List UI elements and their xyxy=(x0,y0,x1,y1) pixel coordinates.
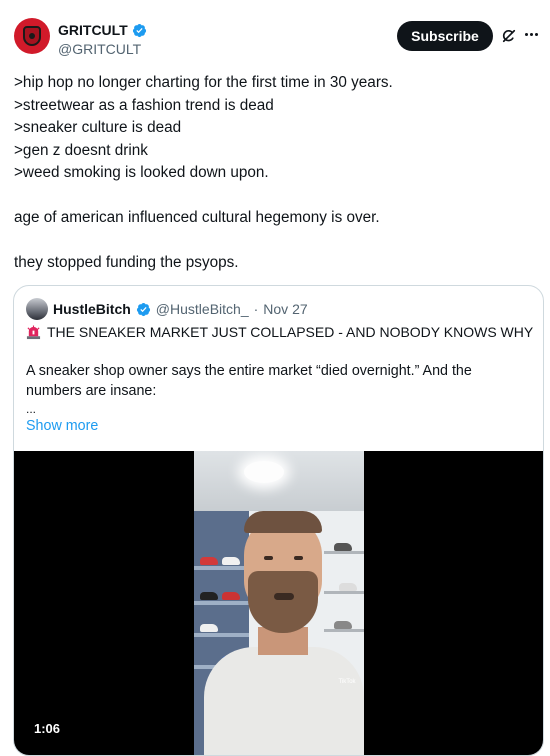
tweet-line: >sneaker culture is dead xyxy=(14,119,182,136)
tweet-line: >gen z doesnt drink xyxy=(14,141,148,159)
quote-body: A sneaker shop owner says the entire mar… xyxy=(26,361,531,417)
tweet-line: >weed smoking is looked down upon. xyxy=(14,164,269,181)
quote-ellipsis: ... xyxy=(26,402,37,416)
quote-header: HustleBitch @HustleBitch_ · Nov 27 xyxy=(26,298,308,320)
verified-badge-icon xyxy=(136,302,150,316)
tiktok-watermark: TikTok xyxy=(338,679,356,685)
tweet-text: >hip hop no longer charting for the firs… xyxy=(14,72,534,275)
quoted-tweet[interactable]: HustleBitch @HustleBitch_ · Nov 27 THE S… xyxy=(13,285,544,756)
siren-icon xyxy=(26,324,41,339)
quote-title: THE SNEAKER MARKET JUST COLLAPSED - AND … xyxy=(47,324,534,340)
video-duration: 1:06 xyxy=(34,721,61,736)
author-handle[interactable]: @GRITCULT xyxy=(58,41,141,57)
author-avatar[interactable] xyxy=(14,18,50,54)
quote-date: Nov 27 xyxy=(263,301,308,317)
verified-badge-icon xyxy=(132,23,146,37)
grok-icon[interactable] xyxy=(500,27,518,45)
more-icon[interactable] xyxy=(525,33,538,36)
subscribe-button[interactable]: Subscribe xyxy=(397,21,493,51)
avatar-logo xyxy=(23,26,41,46)
quote-body-line: numbers are insane: xyxy=(26,383,157,399)
video-frame: TikTok xyxy=(194,451,364,755)
quote-handle: @HustleBitch_ xyxy=(155,301,249,317)
quote-display-name: HustleBitch xyxy=(53,301,131,317)
tweet-line: >streetwear as a fashion trend is dead xyxy=(14,96,274,114)
tweet-line: >hip hop no longer charting for the firs… xyxy=(14,74,393,91)
tweet-line: they stopped funding the psyops. xyxy=(14,254,239,271)
tweet-header: GRITCULT @GRITCULT Subscribe xyxy=(0,0,550,70)
video-player[interactable]: TikTok 1:06 xyxy=(14,451,543,755)
show-more-link[interactable]: Show more xyxy=(26,418,98,434)
author-display-name[interactable]: GRITCULT xyxy=(58,22,128,38)
quote-avatar xyxy=(26,298,48,320)
author-name-row[interactable]: GRITCULT xyxy=(58,22,147,38)
quote-separator: · xyxy=(253,301,259,317)
tweet-line: age of american influenced cultural hege… xyxy=(14,209,380,226)
quote-title-row: THE SNEAKER MARKET JUST COLLAPSED - AND … xyxy=(26,324,533,340)
quote-body-line: A sneaker shop owner says the entire mar… xyxy=(26,363,472,379)
